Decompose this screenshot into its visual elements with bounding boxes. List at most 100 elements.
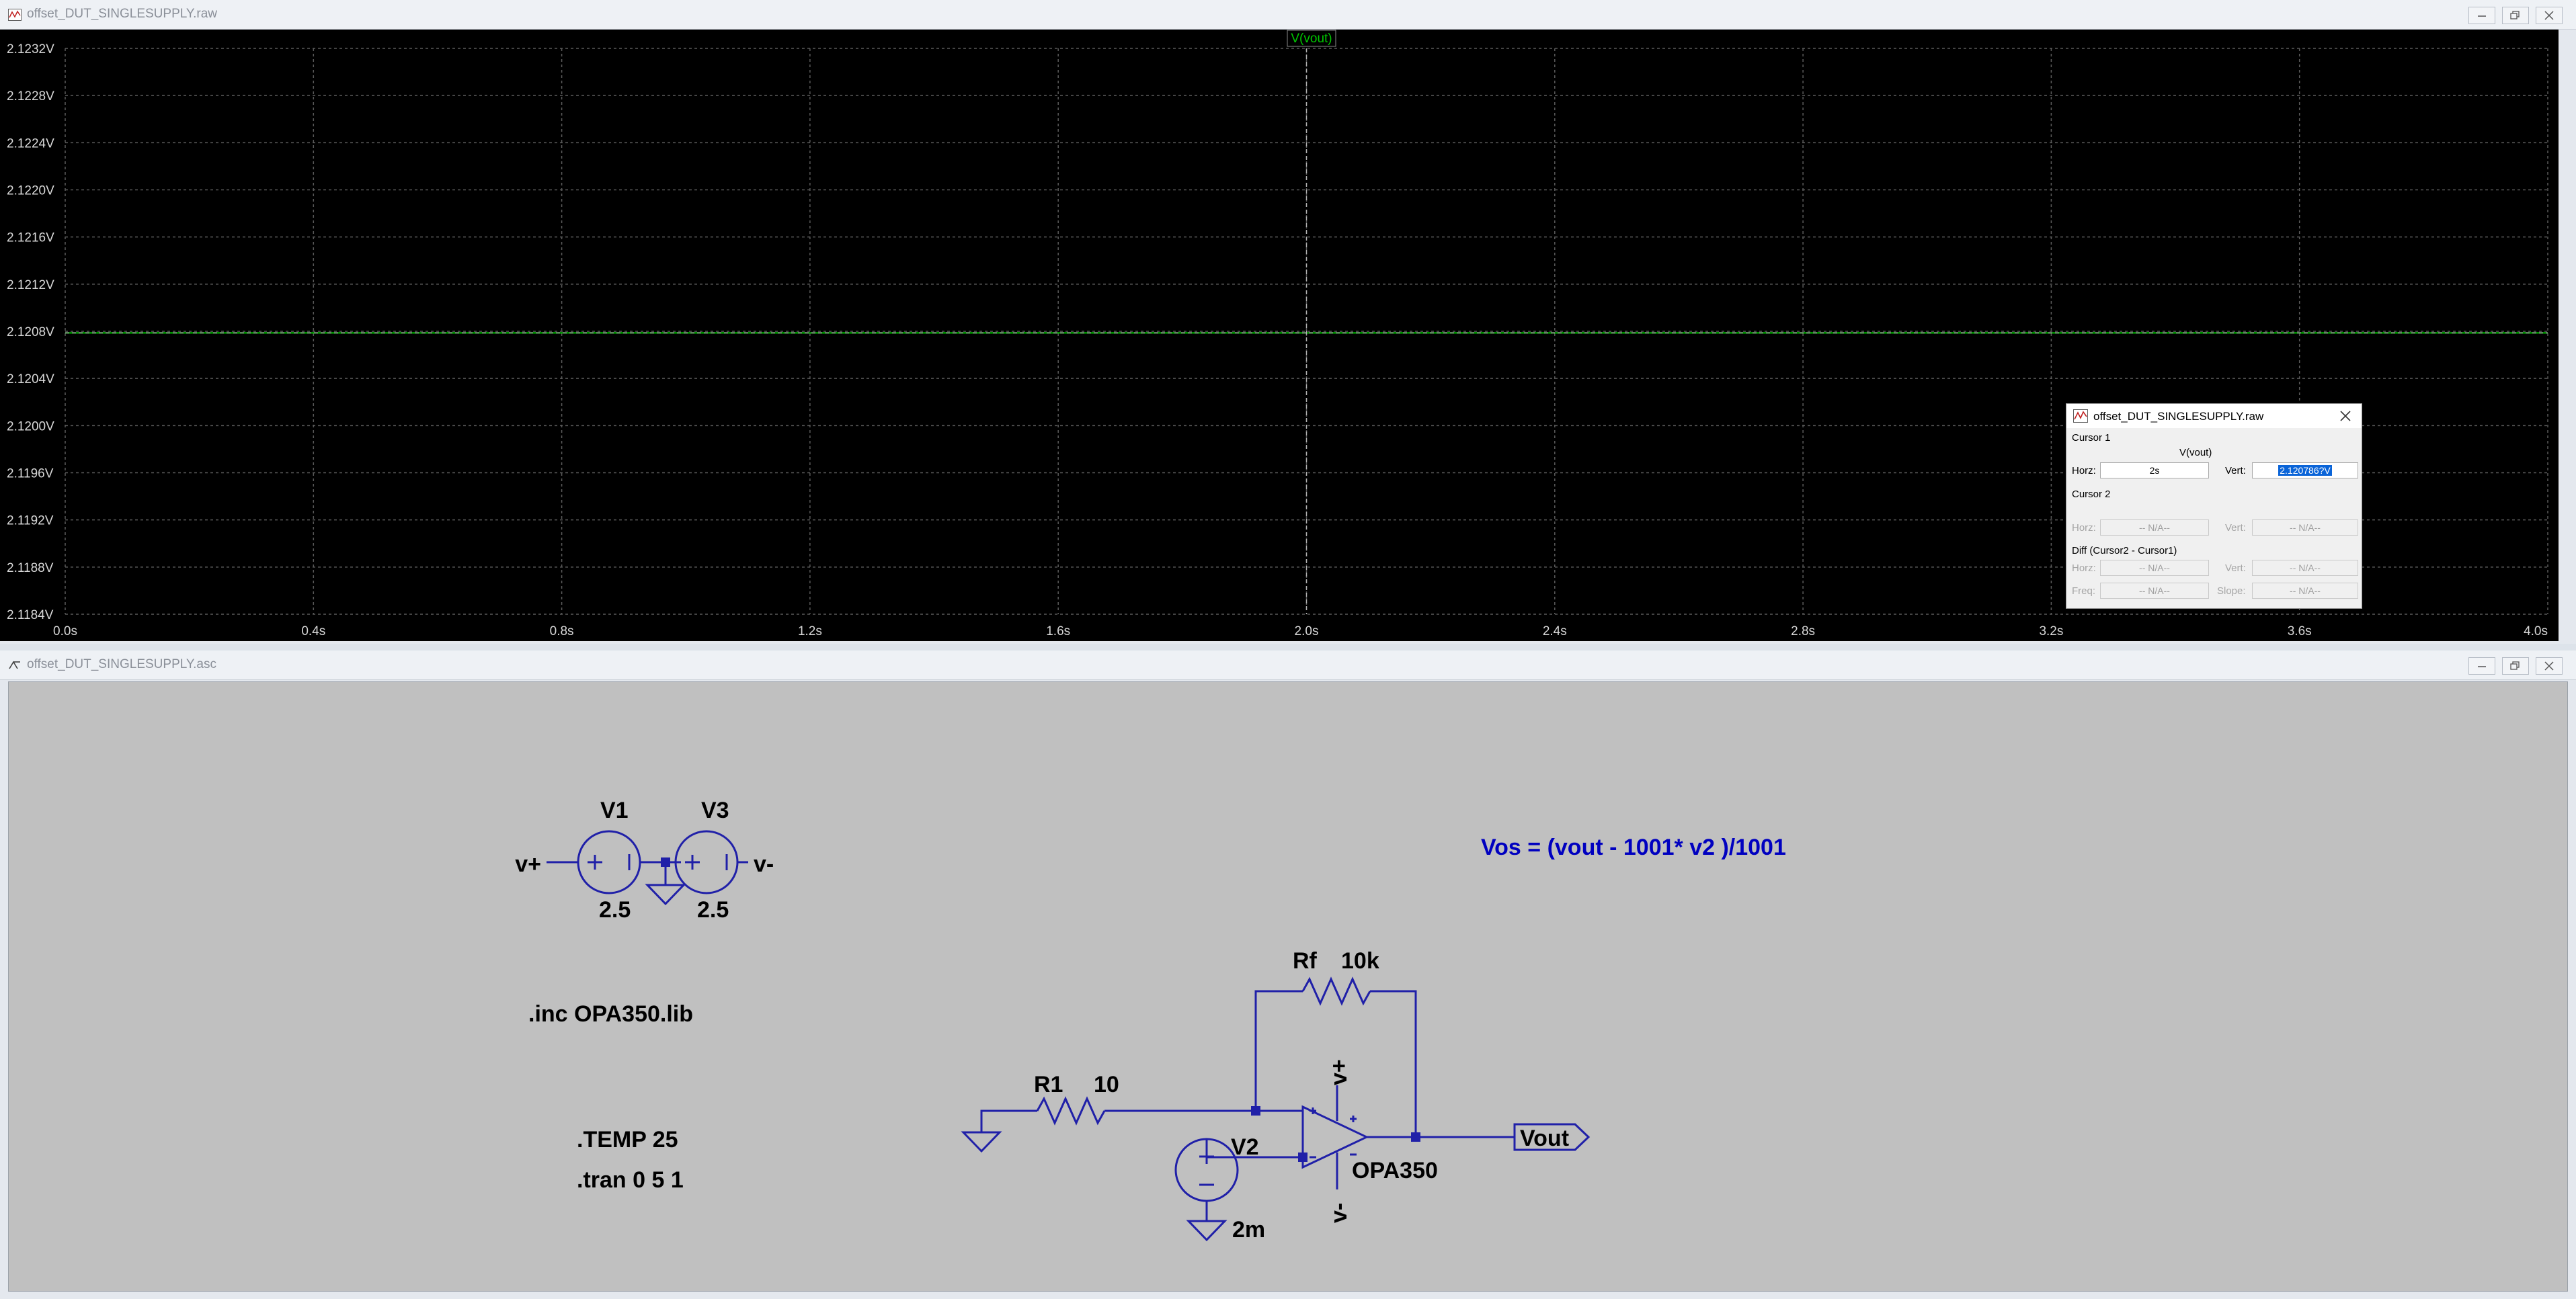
y-tick-label: 2.1184V — [7, 608, 54, 622]
schematic-window: offset_DUT_SINGLESUPPLY.asc v+ v- V1 2.5… — [0, 651, 2576, 1299]
schematic-titlebar[interactable]: offset_DUT_SINGLESUPPLY.asc — [0, 651, 2576, 680]
schematic-window-title: offset_DUT_SINGLESUPPLY.asc — [27, 657, 216, 671]
diff-vert-label: Vert: — [2225, 562, 2246, 574]
v1-source[interactable] — [577, 830, 641, 894]
minimize-icon — [2478, 15, 2486, 17]
cursor-dialog-title: offset_DUT_SINGLESUPPLY.raw — [2093, 410, 2264, 423]
v3-name[interactable]: V3 — [701, 798, 729, 823]
minimize-button[interactable] — [2468, 7, 2495, 24]
ground-symbol — [1186, 1220, 1227, 1242]
x-tick-label: 1.6s — [1046, 624, 1070, 638]
temp-directive[interactable]: .TEMP 25 — [577, 1127, 678, 1153]
y-tick-label: 2.1216V — [7, 231, 54, 245]
tran-directive[interactable]: .tran 0 5 1 — [577, 1167, 684, 1193]
opamp-name[interactable]: OPA350 — [1352, 1158, 1438, 1183]
cursor1-vert-value[interactable]: 2.120786?V — [2278, 465, 2332, 476]
restore-icon — [2510, 11, 2520, 19]
diff-horz-label: Horz: — [2072, 562, 2096, 574]
restore-icon — [2510, 661, 2520, 670]
rf-value[interactable]: 10k — [1341, 948, 1379, 974]
restore-button[interactable] — [2502, 7, 2529, 24]
waveform-app-icon — [8, 9, 22, 21]
inc-directive[interactable]: .inc OPA350.lib — [528, 1001, 693, 1027]
slope-field[interactable]: -- N/A-- — [2252, 583, 2358, 599]
waveform-app-icon — [2073, 409, 2088, 423]
close-icon — [2544, 11, 2554, 20]
v1-name[interactable]: V1 — [600, 798, 629, 823]
v2-value[interactable]: 2m — [1232, 1217, 1265, 1243]
x-tick-label: 0.4s — [301, 624, 325, 638]
y-tick-label: 2.1232V — [7, 42, 54, 56]
diff-horz-field[interactable]: -- N/A-- — [2100, 560, 2209, 576]
y-tick-label: 2.1196V — [7, 467, 54, 481]
close-button[interactable] — [2536, 7, 2563, 24]
cursor2-horz-label: Horz: — [2072, 522, 2096, 534]
vos-formula-comment[interactable]: Vos = (vout - 1001* v2 )/1001 — [1481, 835, 1786, 860]
x-tick-label: 2.4s — [1543, 624, 1567, 638]
v3-source[interactable] — [674, 830, 739, 894]
waveform-titlebar[interactable]: offset_DUT_SINGLESUPPLY.raw — [0, 0, 2576, 30]
r1-value[interactable]: 10 — [1094, 1072, 1119, 1097]
cursor1-trace-name: V(vout) — [2179, 447, 2212, 458]
y-tick-label: 2.1208V — [7, 325, 54, 339]
cursor2-vert-label: Vert: — [2225, 522, 2246, 534]
v2-name[interactable]: V2 — [1231, 1134, 1259, 1160]
vplus-net-label[interactable]: v+ — [515, 851, 541, 877]
diff-vert-field[interactable]: -- N/A-- — [2252, 560, 2358, 576]
close-icon — [2544, 661, 2554, 671]
minimize-button[interactable] — [2468, 657, 2495, 675]
v3-value[interactable]: 2.5 — [697, 897, 729, 923]
y-tick-label: 2.1212V — [7, 278, 54, 292]
ground-symbol — [961, 1131, 1002, 1153]
vminus-net-label[interactable]: v- — [754, 851, 774, 877]
opamp-vplus-label[interactable]: v+ — [1326, 1059, 1352, 1085]
trace-label[interactable]: V(vout) — [1291, 32, 1332, 46]
y-tick-label: 2.1224V — [7, 136, 54, 151]
cursor2-horz-field[interactable]: -- N/A-- — [2100, 519, 2209, 536]
minimize-icon — [2478, 666, 2486, 667]
ground-symbol — [645, 884, 686, 906]
vout-label[interactable]: Vout — [1520, 1126, 1569, 1151]
slope-label: Slope: — [2217, 585, 2246, 597]
x-tick-label: 1.2s — [798, 624, 822, 638]
rf-resistor[interactable] — [1301, 976, 1371, 1006]
freq-field[interactable]: -- N/A-- — [2100, 583, 2209, 599]
y-tick-label: 2.1228V — [7, 89, 54, 103]
junction-dots — [661, 857, 1420, 1162]
x-tick-label: 3.6s — [2288, 624, 2312, 638]
close-button[interactable] — [2536, 657, 2563, 675]
restore-button[interactable] — [2502, 657, 2529, 675]
cursor2-vert-field[interactable]: -- N/A-- — [2252, 519, 2358, 536]
r1-name[interactable]: R1 — [1034, 1072, 1063, 1097]
cursor-dialog[interactable]: offset_DUT_SINGLESUPPLY.raw Cursor 1 V(v… — [2066, 403, 2362, 609]
waveform-window-title: offset_DUT_SINGLESUPPLY.raw — [27, 7, 218, 21]
r1-resistor[interactable] — [1036, 1096, 1106, 1126]
wire — [980, 1109, 1037, 1132]
cursor1-label: Cursor 1 — [2072, 432, 2111, 444]
wire — [1254, 990, 1303, 1111]
y-tick-label: 2.1192V — [7, 514, 54, 528]
schematic-app-icon — [9, 661, 20, 669]
cursor2-label: Cursor 2 — [2072, 489, 2111, 500]
diff-label: Diff (Cursor2 - Cursor1) — [2072, 545, 2177, 556]
x-tick-label: 0.0s — [53, 624, 77, 638]
waveform-window: offset_DUT_SINGLESUPPLY.raw 0.0s 0.4s 0.8s… — [0, 0, 2576, 644]
waveform-plot-area[interactable]: 0.0s 0.4s 0.8s 1.2s 1.6s 2.0s 2.4s 2.8s 3.2s 3.6s… — [0, 30, 2559, 641]
schematic-canvas[interactable]: v+ v- V1 2.5 V3 2.5 .inc OPA350.lib .TEM… — [8, 681, 2568, 1292]
cursor1-vert-field[interactable]: 2.120786?V — [2252, 462, 2358, 478]
x-tick-label: 2.0s — [1295, 624, 1319, 638]
close-icon[interactable] — [2337, 408, 2353, 424]
v1-value[interactable]: 2.5 — [599, 897, 631, 923]
schematic-drawing[interactable]: v+ v- V1 2.5 V3 2.5 .inc OPA350.lib .TEM… — [9, 682, 2567, 1291]
cursor1-horz-field[interactable]: 2s — [2100, 462, 2209, 478]
y-tick-label: 2.1200V — [7, 419, 54, 433]
y-tick-label: 2.1220V — [7, 184, 54, 198]
x-tick-label: 3.2s — [2039, 624, 2063, 638]
x-tick-label: 4.0s — [2524, 624, 2548, 638]
rf-name[interactable]: Rf — [1293, 948, 1318, 974]
cursor-dialog-titlebar[interactable]: offset_DUT_SINGLESUPPLY.raw — [2066, 404, 2362, 428]
x-tick-label: 2.8s — [1791, 624, 1815, 638]
trace-legend[interactable]: V(vout) — [1287, 30, 1336, 47]
x-tick-label: 0.8s — [550, 624, 574, 638]
opamp-vminus-label[interactable]: v- — [1326, 1203, 1352, 1223]
